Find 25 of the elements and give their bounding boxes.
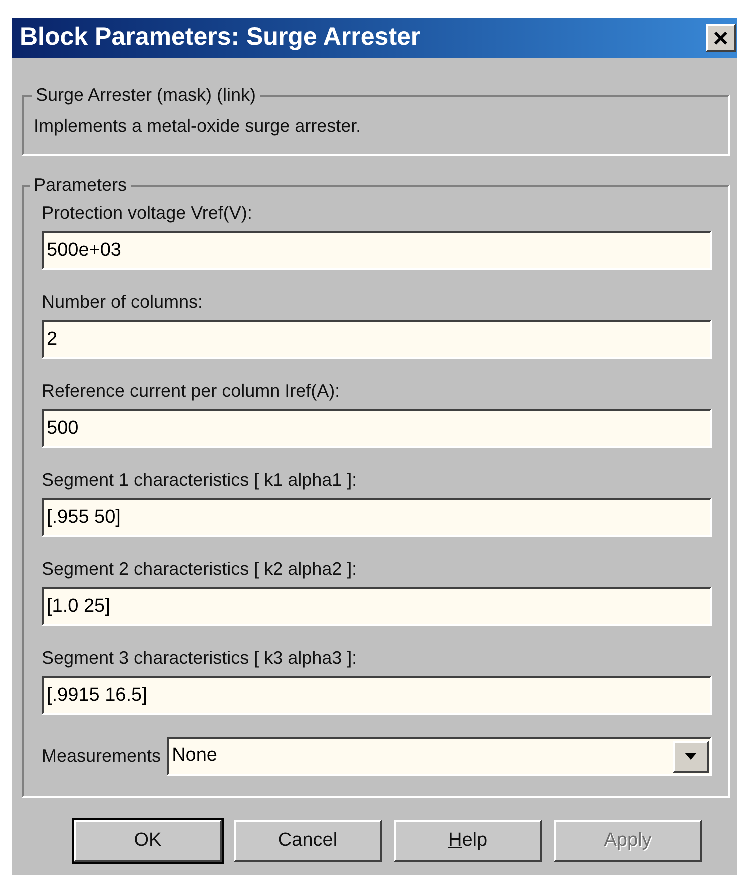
dialog-button[interactable]: Cancel	[234, 820, 382, 862]
dropdown[interactable]: None	[167, 737, 712, 776]
field-label: Protection voltage Vref(V):	[42, 202, 254, 225]
group-title: Parameters	[33, 174, 128, 197]
description-text: Implements a metal-oxide surge arrester.	[34, 116, 362, 136]
dropdown-button[interactable]	[673, 740, 709, 772]
dialog-button[interactable]: Help	[394, 820, 542, 862]
field-label: Segment 2 characteristics [ k2 alpha2 ]:	[42, 558, 358, 581]
input-field[interactable]: 500e+03	[42, 231, 712, 270]
group-title: Surge Arrester (mask) (link)	[35, 84, 258, 107]
close-button[interactable]: ×	[706, 24, 736, 52]
input-field[interactable]: [1.0 25]	[42, 587, 712, 626]
field-label: Segment 3 characteristics [ k3 alpha3 ]:	[42, 647, 358, 670]
caret-icon	[685, 753, 697, 760]
field-label: Reference current per column Iref(A):	[42, 380, 342, 403]
dropdown-value: None	[172, 744, 218, 768]
input-field[interactable]: 500	[42, 409, 712, 448]
input-field[interactable]: [.955 50]	[42, 498, 712, 537]
dialog-button[interactable]: OK	[74, 820, 222, 862]
input-field[interactable]: 2	[42, 320, 712, 359]
field-label: Number of columns:	[42, 291, 204, 314]
field-label: Segment 1 characteristics [ k1 alpha1 ]:	[42, 469, 358, 492]
input-field[interactable]: [.9915 16.5]	[42, 676, 712, 715]
window-title: Block Parameters: Surge Arrester	[20, 22, 421, 54]
field-label: Measurements	[42, 745, 162, 768]
